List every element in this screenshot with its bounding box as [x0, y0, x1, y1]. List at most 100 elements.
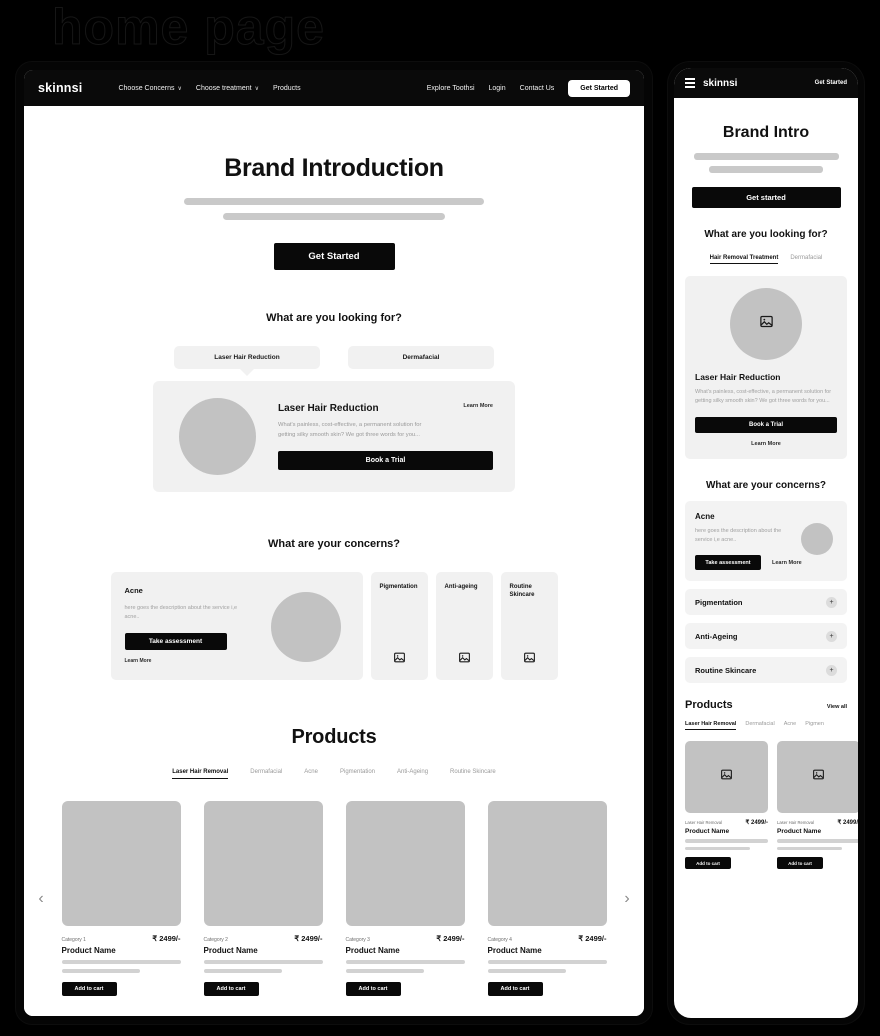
treatment-card-title: Laser Hair Reduction [278, 403, 379, 415]
products-grid: Category 1 ₹ 2499/- Product Name Add to … [56, 801, 612, 996]
mobile-get-started-link[interactable]: Get Started [815, 80, 847, 86]
nav-item-login[interactable]: Login [489, 85, 506, 92]
concern-card-acne[interactable]: Acne here goes the description about the… [110, 572, 363, 680]
mobile-take-assessment-button[interactable]: Take assessment [695, 555, 761, 571]
page-watermark: home page [52, 0, 325, 56]
mobile-concern-card-acne[interactable]: Acne here goes the description about the… [685, 500, 847, 582]
product-tab-laser-hair-removal[interactable]: Laser Hair Removal [172, 769, 229, 779]
looking-for-section: What are you looking for? Laser Hair Red… [24, 312, 644, 492]
desktop-screen: skinnsi Choose Concerns ∨ Choose treatme… [24, 70, 644, 1016]
mobile-accordion-routine-skincare[interactable]: Routine Skincare + [685, 657, 847, 684]
image-placeholder-icon [720, 768, 733, 786]
nav-item-choose-concerns[interactable]: Choose Concerns ∨ [118, 85, 181, 92]
product-image-placeholder [61, 801, 181, 926]
mobile-product-tab-acne[interactable]: Acne [784, 721, 797, 730]
plus-icon[interactable]: + [826, 596, 837, 608]
mobile-product-card[interactable]: Laser Hair Removal ₹ 2499/- Product Name… [685, 741, 768, 870]
nav-item-choose-treatment[interactable]: Choose treatment ∨ [196, 85, 259, 92]
desktop-device-frame: skinnsi Choose Concerns ∨ Choose treatme… [16, 62, 652, 1024]
mobile-product-card[interactable]: Laser Hair Removal ₹ 2499/- Product Name… [777, 741, 858, 870]
add-to-cart-button[interactable]: Add to cart [61, 982, 117, 996]
product-name: Product Name [61, 946, 116, 955]
nav-item-explore-toothsi[interactable]: Explore Toothsi [427, 85, 475, 92]
add-to-cart-button[interactable]: Add to cart [345, 982, 401, 996]
mobile-brand-logo[interactable]: skinnsi [703, 78, 737, 89]
take-assessment-button[interactable]: Take assessment [124, 632, 227, 650]
plus-icon[interactable]: + [826, 664, 837, 676]
concern-card-anti-ageing[interactable]: Anti-ageing [435, 572, 493, 680]
plus-icon[interactable]: + [826, 630, 837, 642]
product-image-placeholder [487, 801, 607, 926]
product-card[interactable]: Category 4 ₹ 2499/- Product Name Add to … [487, 801, 607, 996]
concern-card-pigmentation[interactable]: Pigmentation [370, 572, 428, 680]
desktop-navbar: skinnsi Choose Concerns ∨ Choose treatme… [24, 70, 644, 106]
mobile-add-to-cart-button[interactable]: Add to cart [685, 857, 731, 870]
product-meta: Category 1 ₹ 2499/- [62, 934, 181, 943]
product-card[interactable]: Category 2 ₹ 2499/- Product Name Add to … [203, 801, 323, 996]
product-placeholder-line-1 [61, 960, 181, 964]
nav-item-contact-us[interactable]: Contact Us [520, 85, 555, 92]
product-name: Product Name [487, 946, 542, 955]
treatment-learn-more-link[interactable]: Learn More [463, 403, 493, 409]
brand-logo[interactable]: skinnsi [38, 81, 82, 95]
concern-learn-more-link[interactable]: Learn More [125, 658, 245, 664]
mobile-view-all-link[interactable]: View all [827, 704, 847, 710]
mobile-product-image-placeholder [777, 741, 858, 814]
concern-card-content: Acne here goes the description about the… [124, 586, 245, 666]
desktop-page-body: Brand Introduction Get Started What are … [24, 106, 644, 1016]
add-to-cart-button[interactable]: Add to cart [487, 982, 543, 996]
product-tab-dermafacial[interactable]: Dermafacial [250, 769, 282, 779]
product-meta: Category 2 ₹ 2499/- [204, 934, 323, 943]
product-price: ₹ 2499/- [294, 934, 323, 943]
hero-section: Brand Introduction Get Started [24, 106, 644, 270]
mobile-concern-actions: Take assessment Learn More [695, 555, 837, 571]
tab-dermafacial[interactable]: Dermafacial [348, 346, 494, 369]
concern-card-title: Anti-ageing [444, 584, 478, 590]
mobile-concern-learn-more-link[interactable]: Learn More [772, 560, 802, 566]
book-a-trial-button[interactable]: Book a Trial [278, 450, 493, 470]
looking-for-heading: What are you looking for? [266, 312, 402, 324]
concerns-section: What are your concerns? Acne here goes t… [24, 538, 644, 680]
image-placeholder-icon [458, 651, 471, 669]
nav-item-label: Choose treatment [195, 84, 252, 92]
product-tab-routine-skincare[interactable]: Routine Skincare [450, 769, 496, 779]
concern-card-routine-skincare[interactable]: Routine Skincare [500, 572, 558, 680]
product-tab-anti-ageing[interactable]: Anti-Ageing [397, 769, 428, 779]
hamburger-icon[interactable] [685, 78, 695, 88]
image-placeholder-icon [759, 314, 774, 334]
add-to-cart-button[interactable]: Add to cart [203, 982, 259, 996]
mobile-accordion-anti-ageing[interactable]: Anti-Ageing + [685, 623, 847, 650]
mobile-product-placeholder-line-1 [777, 839, 858, 843]
product-tab-acne[interactable]: Acne [304, 769, 318, 779]
product-tab-pigmentation[interactable]: Pigmentation [340, 769, 375, 779]
treatment-tabs: Laser Hair Reduction Dermafacial [24, 346, 644, 369]
nav-get-started-button[interactable]: Get Started [568, 79, 630, 97]
product-card[interactable]: Category 1 ₹ 2499/- Product Name Add to … [61, 801, 181, 996]
mobile-accordion-pigmentation[interactable]: Pigmentation + [685, 589, 847, 616]
mobile-product-price: ₹ 2499/- [837, 820, 859, 827]
mobile-product-category: Laser Hair Removal [777, 820, 815, 826]
image-placeholder-icon [812, 768, 825, 786]
mobile-product-tab-dermafacial[interactable]: Dermafacial [745, 721, 774, 730]
nav-item-products[interactable]: Products [273, 85, 301, 92]
mobile-tab-hair-removal-treatment[interactable]: Hair Removal Treatment [709, 255, 779, 264]
mobile-treatment-image-placeholder [730, 288, 802, 360]
treatment-card: Laser Hair Reduction Learn More What's p… [153, 381, 515, 492]
mobile-product-tab-pigmentation[interactable]: Pigmen [805, 721, 824, 730]
mobile-product-tab-laser-hair-removal[interactable]: Laser Hair Removal [685, 721, 737, 731]
mobile-add-to-cart-button[interactable]: Add to cart [777, 857, 823, 870]
nav-item-label: Choose Concerns [118, 84, 175, 92]
tab-laser-hair-reduction[interactable]: Laser Hair Reduction [174, 346, 320, 369]
mobile-book-a-trial-button[interactable]: Book a Trial [695, 416, 837, 433]
mobile-tab-dermafacial[interactable]: Dermafacial [790, 255, 822, 264]
carousel-prev-icon[interactable]: ‹ [34, 890, 48, 908]
carousel-next-icon[interactable]: › [620, 890, 634, 908]
product-card[interactable]: Category 3 ₹ 2499/- Product Name Add to … [345, 801, 465, 996]
mobile-treatment-card-title: Laser Hair Reduction [695, 372, 781, 382]
mobile-treatment-learn-more-link[interactable]: Learn More [695, 441, 837, 447]
hero-get-started-button[interactable]: Get Started [273, 243, 395, 270]
concern-card-title: Pigmentation [379, 584, 418, 590]
products-carousel: ‹ Category 1 ₹ 2499/- Product Name Add t… [24, 801, 644, 996]
mobile-hero-get-started-button[interactable]: Get started [691, 187, 841, 208]
treatment-card-header: Laser Hair Reduction Learn More [278, 403, 493, 414]
